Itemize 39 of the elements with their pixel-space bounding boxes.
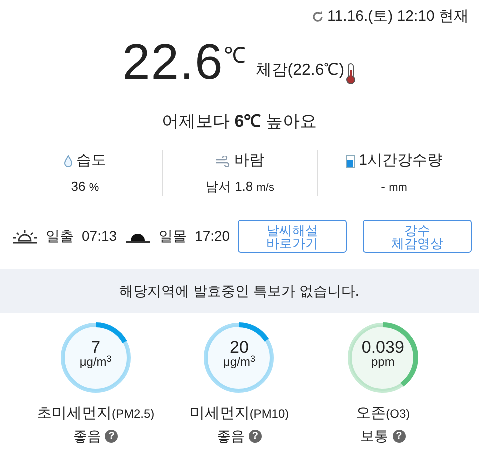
pollutant-name: 오존(O3) <box>356 404 410 424</box>
sun-time: 07:13 <box>82 227 118 246</box>
comparison-text: 어제보다 6℃ 높아요 <box>162 112 317 130</box>
sun-label: 일몰 <box>159 227 188 246</box>
droplet-icon <box>64 154 73 168</box>
wind-icon <box>215 156 230 167</box>
feels-like-text: 체감(22.6℃) <box>256 60 345 80</box>
air-grade: 보통 <box>360 426 389 446</box>
gauge-unit: μg/m$^{3}$ <box>78 356 113 368</box>
temperature-unit: ℃ <box>224 42 246 70</box>
sunrise-icon <box>12 228 38 244</box>
temperature-value: 22.6 <box>122 36 224 86</box>
thermometer-icon <box>344 62 357 84</box>
alert-message: 해당지역에 발효중인 특보가 없습니다. <box>120 282 360 300</box>
stat-value: - mm <box>380 178 408 196</box>
help-icon[interactable]: ? <box>392 430 406 442</box>
pollutant-name: 초미세먼지(PM2.5) <box>36 404 155 424</box>
update-time: 11.16.(토) 12:10 현재 <box>328 7 469 27</box>
help-icon[interactable]: ? <box>248 430 262 442</box>
stat-label: 바람 <box>234 151 264 171</box>
sun-label: 일출 <box>46 227 74 246</box>
stat-label: 1시간강수량 <box>359 151 442 171</box>
weather-link-button[interactable]: 강수 체감영상 <box>363 220 472 253</box>
gauge-value: 20 <box>229 339 250 356</box>
weather-link-button[interactable]: 날씨해설 바로가기 <box>238 220 348 253</box>
pollutant-name: 미세먼지(PM10) <box>190 404 290 424</box>
stat-label: 습도 <box>76 151 107 171</box>
gauge-unit: μg/m$^{3}$ <box>222 356 256 368</box>
air-grade: 좋음 <box>73 426 102 446</box>
air-grade: 좋음 <box>216 426 245 446</box>
help-icon[interactable]: ? <box>105 430 118 442</box>
gauge-value: 0.039 <box>360 339 406 356</box>
gauge-unit: ppm <box>370 356 396 368</box>
stat-value: 36 % <box>70 178 100 196</box>
gauge-value: 7 <box>90 339 102 356</box>
refresh-icon[interactable] <box>312 11 324 24</box>
stat-value: 남서 1.8 m/s <box>204 178 276 196</box>
rain-gauge-icon <box>346 154 356 168</box>
sun-time: 17:20 <box>195 227 230 246</box>
